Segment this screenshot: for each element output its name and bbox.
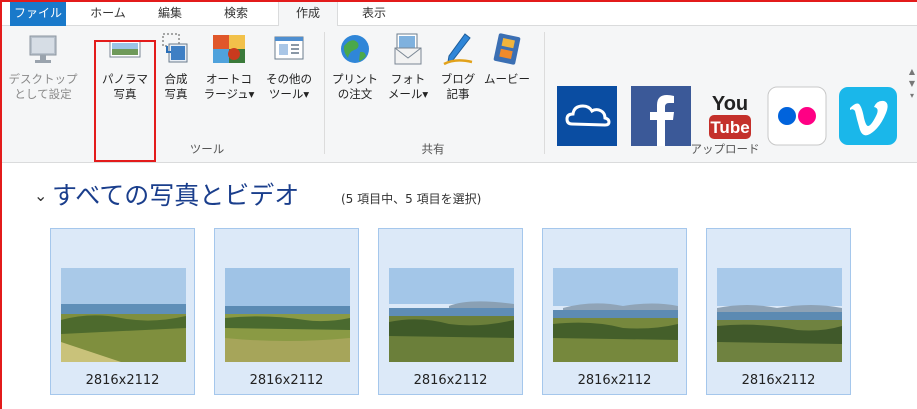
tab-find[interactable]: 検索 [216,2,256,26]
photo-dimensions: 2816x2112 [85,373,160,388]
chevron-down-icon[interactable]: ⌄ [34,186,47,205]
ribbon-tab-bar: ファイル ホーム 編集 検索 作成 表示 [2,2,917,27]
share-group-label: 共有 [421,142,445,156]
section-title: すべての写真とビデオ [52,181,300,210]
landscape-photo [389,268,514,362]
group-divider [324,32,325,154]
facebook-icon [631,86,691,146]
movie-label-line1: ムービー [484,72,530,86]
more-icon[interactable]: ▾ [910,91,914,100]
photo-dimensions: 2816x2112 [249,373,324,388]
photo-thumbnail[interactable]: 2816x2112 [378,228,523,395]
film-strip-icon [493,33,521,65]
composite-label-line1: 合成 [164,72,188,86]
youtube-you-text: You [712,93,748,115]
other-tools-label-line1: その他の [266,72,312,86]
desktop-bg-label-line2: として設定 [14,87,72,101]
facebook-upload-button[interactable] [631,86,691,146]
group-divider [544,32,545,154]
photo-thumbnail[interactable]: 2816x2112 [542,228,687,395]
upload-group-label: アップロード [690,142,760,156]
photo-dimensions: 2816x2112 [577,373,652,388]
tab-edit[interactable]: 編集 [150,2,190,26]
selection-count: (5 項目中、5 項目を選択) [341,192,482,206]
landscape-photo [61,268,186,362]
window-tools-icon [274,36,304,60]
composite-label-line2: 写真 [164,87,188,101]
chevron-down-icon[interactable]: ▼ [909,79,915,88]
landscape-photo [717,268,842,362]
youtube-upload-button[interactable]: You Tube [700,86,760,146]
blog-post-label-line1: ブログ [440,72,476,86]
print-order-label-line1: プリント [332,72,378,86]
photo-dimensions: 2816x2112 [413,373,488,388]
blog-post-label-line2: 記事 [446,87,470,101]
composite-photo-icon [162,33,188,63]
other-tools-label-line2: ツール▾ [268,87,310,101]
panorama-highlight-box [94,40,156,162]
photo-dimensions: 2816x2112 [741,373,816,388]
tab-home[interactable]: ホーム [82,2,134,26]
landscape-photo [225,268,350,362]
vimeo-icon [839,87,897,145]
onedrive-upload-button[interactable] [557,86,617,146]
autocollage-label-line2: ラージュ▾ [203,87,255,101]
onedrive-icon [557,86,617,146]
autocollage-icon [213,35,245,63]
photo-thumbnail[interactable]: 2816x2112 [50,228,195,395]
print-order-button[interactable]: プリント の注文 [330,32,380,102]
other-tools-button[interactable]: その他の ツール▾ [260,32,318,102]
composite-photo-button[interactable]: 合成 写真 [156,32,196,102]
set-as-desktop-background-button[interactable]: デスクトップ として設定 [4,32,82,102]
youtube-icon: You Tube [700,86,760,146]
photo-email-icon [394,33,422,65]
flickr-upload-button[interactable] [767,86,827,146]
photo-email-label-line1: フォト [390,72,426,86]
movie-button[interactable]: ムービー [482,32,532,87]
vimeo-upload-button[interactable] [838,86,898,146]
photo-email-button[interactable]: フォト メール▾ [384,32,432,102]
tab-view[interactable]: 表示 [354,2,394,26]
monitor-icon [29,35,57,63]
desktop-bg-label-line1: デスクトップ [8,72,78,86]
blog-post-button[interactable]: ブログ 記事 [438,32,478,102]
photo-thumbnail[interactable]: 2816x2112 [214,228,359,395]
pen-icon [443,33,473,66]
globe-icon [341,35,369,63]
photo-thumbnail[interactable]: 2816x2112 [706,228,851,395]
photo-email-label-line2: メール▾ [387,87,429,101]
tab-file[interactable]: ファイル [10,2,66,26]
autocollage-button[interactable]: オートコ ラージュ▾ [200,32,258,102]
landscape-photo [553,268,678,362]
flickr-icon [767,86,827,146]
youtube-tube-text: Tube [710,118,749,137]
ribbon-gallery-scroll[interactable]: ▲ ▼ ▾ [907,66,917,146]
tab-create[interactable]: 作成 [278,2,338,27]
autocollage-label-line1: オートコ [206,72,252,86]
chevron-up-icon[interactable]: ▲ [909,67,915,76]
print-order-label-line2: の注文 [337,87,373,101]
